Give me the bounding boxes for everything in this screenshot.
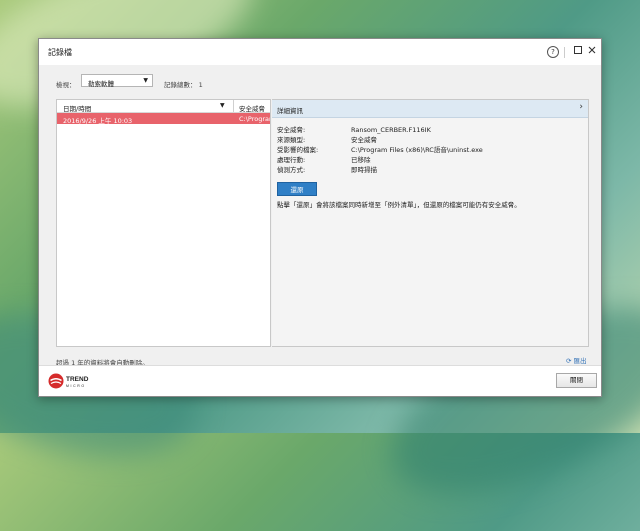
table-row[interactable]: 2016/9/26 上午 10:03 C:\Program [57, 113, 270, 125]
close-button[interactable]: 關閉 [556, 373, 597, 388]
export-label: 匯出 [573, 357, 587, 365]
log-list: 日期/時間 ▼ 安全威脅 2016/9/26 上午 10:03 C:\Progr… [56, 99, 271, 347]
close-icon[interactable] [585, 45, 599, 59]
brand-top: TREND [66, 376, 89, 383]
log-window: 記錄檔 ? 檢視： 勒索軟體 ▼ 記錄總數： 1 日期/時間 ▼ 安全威脅 20… [38, 38, 602, 397]
column-header-threat[interactable]: 安全威脅 [239, 103, 265, 113]
field-value: 安全威脅 [351, 136, 377, 144]
view-filter-value: 勒索軟體 [88, 80, 114, 88]
column-header-datetime[interactable]: 日期/時間 [63, 103, 91, 113]
record-count: 記錄總數： 1 [164, 79, 203, 89]
list-header: 日期/時間 ▼ 安全威脅 [57, 100, 270, 113]
detail-panel: 詳細資訊 › 安全威脅: Ransom_CERBER.F116IK 來源類型: 安全… [272, 99, 589, 347]
detail-title: 詳細資訊 [277, 107, 303, 115]
detail-field: 受影響的檔案: C:\Program Files (x86)\RC語音\unins… [277, 144, 483, 154]
brand-bottom: MICRO [66, 384, 86, 388]
sort-down-icon[interactable]: ▼ [220, 102, 225, 109]
detail-field: 偵測方式: 即時掃描 [277, 164, 377, 174]
chevron-right-icon[interactable]: › [579, 102, 583, 112]
restore-note: 點擊「還原」會將該檔案同時新增至「例外清單」，但還原的檔案可能仍有安全威脅。 [277, 201, 521, 209]
row-threat: C:\Program [239, 115, 270, 123]
restore-button[interactable]: 還原 [277, 182, 317, 196]
field-key: 安全威脅: [277, 126, 306, 134]
field-key: 來源類型: [277, 136, 306, 144]
detail-header[interactable]: 詳細資訊 › [272, 100, 588, 118]
record-count-label: 記錄總數： [164, 81, 197, 89]
field-key: 處理行動: [277, 156, 306, 164]
row-datetime: 2016/9/26 上午 10:03 [63, 117, 133, 125]
chevron-down-icon: ▼ [143, 77, 148, 84]
trend-micro-logo: TREND MICRO [48, 373, 89, 389]
field-key: 受影響的檔案: [277, 146, 319, 154]
detail-field: 安全威脅: Ransom_CERBER.F116IK [277, 124, 431, 134]
detail-field: 處理行動: 已移除 [277, 154, 371, 164]
footer: TREND MICRO 關閉 [39, 365, 601, 396]
title-bar: 記錄檔 ? [39, 39, 601, 65]
field-key: 偵測方式: [277, 166, 306, 174]
field-value: 已移除 [351, 156, 371, 164]
filter-label: 檢視： [56, 81, 76, 89]
view-filter-dropdown[interactable]: 勒索軟體 ▼ [81, 74, 153, 88]
field-value: Ransom_CERBER.F116IK [351, 126, 431, 134]
help-icon[interactable]: ? [547, 46, 559, 58]
content-area: 檢視： 勒索軟體 ▼ 記錄總數： 1 日期/時間 ▼ 安全威脅 2016/9/2… [39, 65, 601, 367]
titlebar-divider [564, 47, 565, 58]
maximize-icon[interactable] [571, 45, 585, 59]
window-title: 記錄檔 [48, 48, 72, 57]
detail-field: 來源類型: 安全威脅 [277, 134, 377, 144]
column-divider[interactable] [233, 100, 234, 112]
field-value: C:\Program Files (x86)\RC語音\uninst.exe [351, 146, 483, 154]
record-count-value: 1 [198, 81, 203, 89]
refresh-icon: ⟳ [566, 357, 572, 365]
export-link[interactable]: ⟳ 匯出 [566, 355, 587, 365]
field-value: 即時掃描 [351, 166, 377, 174]
